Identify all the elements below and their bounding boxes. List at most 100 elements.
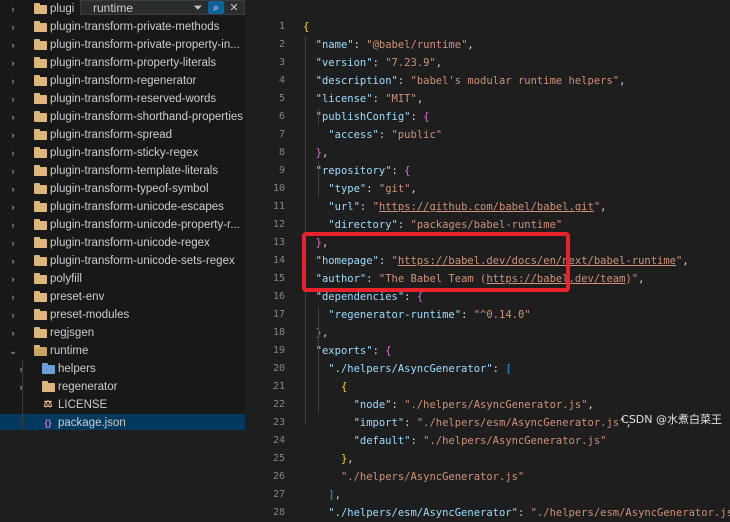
tree-item[interactable]: › polyfill	[0, 270, 245, 288]
tree-item[interactable]: ⚖ LICENSE	[0, 396, 245, 414]
code-token: :	[372, 57, 386, 69]
code-token: {	[303, 21, 310, 33]
code-line[interactable]: "url": "https://github.com/babel/babel.g…	[303, 198, 606, 216]
tree-item[interactable]: › plugin-transform-property-literals	[0, 54, 245, 72]
tree-item[interactable]: › plugin-transform-reserved-words	[0, 90, 245, 108]
tree-item[interactable]: › plugin-transform-private-property-in...	[0, 36, 245, 54]
code-editor[interactable]: 1 2 3 4 5 6 7 8 9 10 11 12 13 14 15 16 17 18 19 20 21 22 23 24 2…	[245, 0, 730, 519]
tree-item[interactable]: › plugin-transform-unicode-regex	[0, 234, 245, 252]
tree-item[interactable]: › regenerator	[0, 378, 245, 396]
tree-item[interactable]: › plugin-transform-sticky-regex	[0, 144, 245, 162]
code-line[interactable]: },	[303, 144, 329, 162]
chevron-right-icon[interactable]: ›	[8, 162, 18, 180]
chevron-right-icon[interactable]: ›	[8, 144, 18, 162]
code-token: "7.23.9"	[385, 57, 436, 69]
chevron-right-icon[interactable]: ›	[8, 324, 18, 342]
tree-item[interactable]: › plugin-transform-regenerator	[0, 72, 245, 90]
search-icon[interactable]: ⌕	[208, 1, 224, 14]
chevron-right-icon[interactable]: ›	[8, 288, 18, 306]
code-line[interactable]: "exports": {	[303, 342, 392, 360]
tree-item-label: plugin-transform-unicode-property-r...	[50, 219, 240, 231]
code-token: ,	[587, 399, 594, 411]
code-token: :	[372, 93, 386, 105]
tree-item[interactable]: › plugin-transform-spread	[0, 126, 245, 144]
code-line[interactable]: "./helpers/AsyncGenerator": [	[303, 360, 511, 378]
tree-item-label: plugi	[50, 3, 75, 15]
tree-item[interactable]: › plugin-transform-unicode-escapes	[0, 198, 245, 216]
close-icon[interactable]: ✕	[226, 1, 242, 14]
tree-item[interactable]: › plugin-transform-unicode-property-r...	[0, 216, 245, 234]
chevron-right-icon[interactable]: ›	[16, 378, 26, 396]
chevron-right-icon[interactable]: ›	[16, 360, 26, 378]
tree-item[interactable]: › plugin-transform-private-methods	[0, 18, 245, 36]
chevron-right-icon[interactable]: ›	[8, 90, 18, 108]
chevron-right-icon[interactable]: ›	[8, 306, 18, 324]
folder-icon	[34, 165, 47, 176]
code-line[interactable]: "./helpers/esm/AsyncGenerator": "./helpe…	[303, 504, 730, 522]
tree-item-label: plugin-transform-spread	[50, 129, 173, 141]
chevron-right-icon[interactable]: ›	[8, 0, 18, 18]
code-line[interactable]: "name": "@babel/runtime",	[303, 36, 474, 54]
line-number: 21	[272, 381, 285, 392]
tree-item-label: plugin-transform-shorthand-properties	[50, 111, 244, 123]
code-line[interactable]: "repository": {	[303, 162, 411, 180]
chevron-right-icon[interactable]: ›	[8, 72, 18, 90]
tree-item[interactable]: › plugin-transform-template-literals	[0, 162, 245, 180]
chevron-right-icon[interactable]: ›	[8, 234, 18, 252]
tree-item-label: regenerator	[58, 381, 118, 393]
tree-item[interactable]: ⌄ runtime	[0, 342, 245, 360]
code-line[interactable]: "import": "./helpers/esm/AsyncGenerator.…	[303, 414, 632, 432]
code-line[interactable]: ],	[303, 486, 341, 504]
chevron-right-icon[interactable]: ›	[8, 54, 18, 72]
tree-item[interactable]: › preset-modules	[0, 306, 245, 324]
tree-item[interactable]: › regjsgen	[0, 324, 245, 342]
code-line[interactable]: "access": "public"	[303, 126, 442, 144]
chevron-right-icon[interactable]: ›	[8, 126, 18, 144]
code-line[interactable]: "node": "./helpers/AsyncGenerator.js",	[303, 396, 594, 414]
tree-item[interactable]: › helpers	[0, 360, 245, 378]
code-line[interactable]: "version": "7.23.9",	[303, 54, 442, 72]
tree-item[interactable]: › plugin-transform-typeof-symbol	[0, 180, 245, 198]
chevron-right-icon[interactable]: ›	[8, 252, 18, 270]
chevron-right-icon[interactable]: ›	[8, 36, 18, 54]
code-line[interactable]: {	[303, 18, 309, 36]
code-line[interactable]: "publishConfig": {	[303, 108, 430, 126]
code-line[interactable]: "regenerator-runtime": "^0.14.0"	[303, 306, 530, 324]
chevron-right-icon[interactable]: ›	[8, 216, 18, 234]
code-token: :	[517, 507, 531, 519]
line-number: 8	[278, 147, 285, 158]
code-line[interactable]: "default": "./helpers/AsyncGenerator.js"	[303, 432, 607, 450]
code-token: "license"	[315, 93, 373, 105]
tree-item[interactable]: › plugin-transform-unicode-sets-regex	[0, 252, 245, 270]
tree-item[interactable]: › preset-env	[0, 288, 245, 306]
chevron-right-icon[interactable]: ›	[8, 270, 18, 288]
code-token: ,	[410, 183, 417, 195]
line-number: 5	[278, 93, 285, 104]
code-token: :	[359, 201, 373, 213]
code-line[interactable]: "license": "MIT",	[303, 90, 424, 108]
chevron-right-icon[interactable]: ›	[8, 198, 18, 216]
tree-item[interactable]: › plugin-transform-shorthand-properties	[0, 108, 245, 126]
explorer-filter[interactable]: runtime ⏷ ⌕ ✕	[80, 0, 245, 15]
filter-icon[interactable]: ⏷	[190, 1, 206, 14]
tree-item-label: regjsgen	[50, 327, 95, 339]
code-line[interactable]: {	[303, 378, 347, 396]
code-token: "./helpers/AsyncGenerator.js"	[423, 435, 607, 447]
tree-item[interactable]: {} package.json	[0, 414, 245, 430]
code-line[interactable]: "type": "git",	[303, 180, 417, 198]
chevron-right-icon[interactable]: ›	[8, 180, 18, 198]
chevron-right-icon[interactable]: ›	[8, 18, 18, 36]
code-line[interactable]: },	[303, 324, 329, 342]
filter-input[interactable]: runtime	[81, 1, 190, 15]
chevron-right-icon[interactable]: ›	[8, 108, 18, 126]
code-token: ,	[619, 75, 626, 87]
code-token: :	[404, 291, 417, 303]
code-line[interactable]: "./helpers/AsyncGenerator.js"	[303, 468, 524, 486]
code-line[interactable]: },	[303, 450, 354, 468]
chevron-down-icon[interactable]: ⌄	[8, 342, 18, 360]
code-line[interactable]: "description": "babel's modular runtime …	[303, 72, 626, 90]
code-token: ,	[416, 93, 424, 105]
